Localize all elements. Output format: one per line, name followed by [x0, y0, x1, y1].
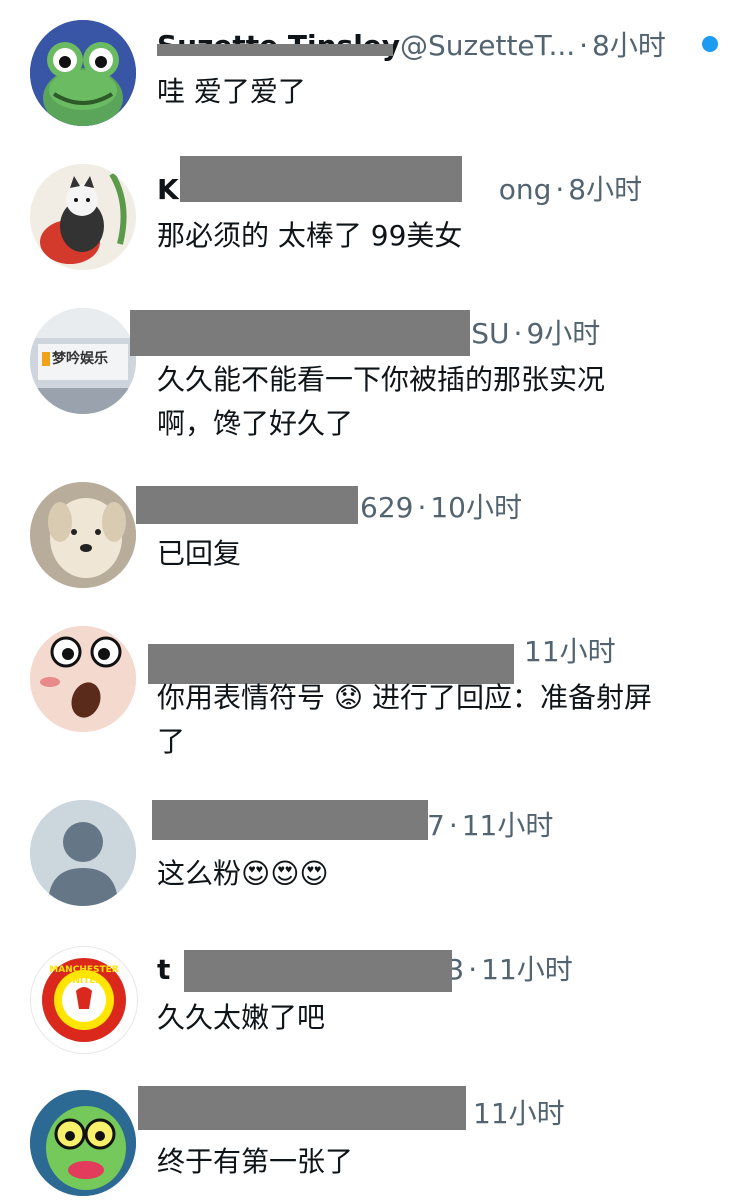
user-handle[interactable]: @SuzetteT... — [400, 29, 575, 62]
redaction-bar — [136, 486, 358, 524]
timestamp: 9小时 — [526, 317, 601, 350]
notification-text: 这么粉😍😍😍 — [157, 857, 329, 890]
notification-text: 久久太嫩了吧 — [157, 1001, 326, 1034]
redaction-bar — [152, 800, 428, 840]
user-silhouette-icon — [30, 800, 136, 906]
user-handle[interactable]: 629 — [360, 491, 413, 524]
user-handle[interactable]: ong — [499, 173, 552, 206]
frog-avatar[interactable] — [30, 20, 136, 126]
default-user-avatar[interactable] — [30, 800, 136, 906]
unread-indicator — [702, 36, 718, 52]
cartoon-face-icon — [30, 626, 136, 732]
cat-avatar[interactable] — [30, 164, 136, 270]
football-club-crest-avatar[interactable]: MANCHESTER UNITED — [30, 946, 138, 1054]
company-logo-avatar[interactable]: 梦吟娱乐 — [30, 308, 136, 414]
timestamp: 11小时 — [481, 953, 573, 986]
notification-text: 久久能不能看一下你被插的那张实况啊，馋了好久了 — [157, 363, 606, 440]
redaction-bar — [180, 156, 462, 202]
redaction-bar — [130, 310, 470, 356]
timestamp: 8小时 — [592, 29, 666, 62]
redaction-bar — [184, 950, 452, 992]
zombie-cartoon-avatar[interactable] — [30, 1090, 136, 1196]
timestamp: 11小时 — [524, 635, 616, 668]
timestamp: 10小时 — [430, 491, 522, 524]
separator: · — [555, 173, 565, 206]
redaction-bar — [138, 1086, 466, 1130]
avatar-caption: MANCHESTER UNITED — [49, 965, 119, 986]
dog-icon — [30, 482, 136, 588]
cartoon-face-avatar[interactable] — [30, 626, 136, 732]
redaction-bar — [157, 44, 393, 56]
separator: · — [468, 953, 478, 986]
timestamp: 8小时 — [568, 173, 643, 206]
timestamp: 11小时 — [473, 1097, 565, 1130]
cat-icon — [30, 164, 136, 270]
user-name[interactable]: t — [157, 953, 170, 986]
notification-text: 已回复 — [157, 537, 242, 570]
zombie-cartoon-icon — [30, 1090, 136, 1196]
frog-icon — [30, 20, 136, 126]
notification-text: 哇 爱了爱了 — [157, 75, 306, 108]
notification-text: 那必须的 太棒了 99美女 — [157, 219, 463, 252]
timestamp: 11小时 — [461, 809, 554, 842]
separator: · — [579, 29, 589, 62]
notification-text: 终于有第一张了 — [157, 1145, 354, 1178]
notification-text: 你用表情符号 😟 进行了回应：准备射屏了 — [157, 681, 652, 758]
dog-avatar[interactable] — [30, 482, 136, 588]
separator: · — [513, 317, 523, 350]
avatar-caption: 梦吟娱乐 — [52, 351, 108, 367]
club-crest-icon — [31, 947, 137, 1053]
separator: · — [417, 491, 427, 524]
separator: · — [448, 809, 458, 842]
user-name[interactable]: K — [157, 173, 179, 206]
user-handle[interactable]: 7 — [427, 809, 445, 842]
